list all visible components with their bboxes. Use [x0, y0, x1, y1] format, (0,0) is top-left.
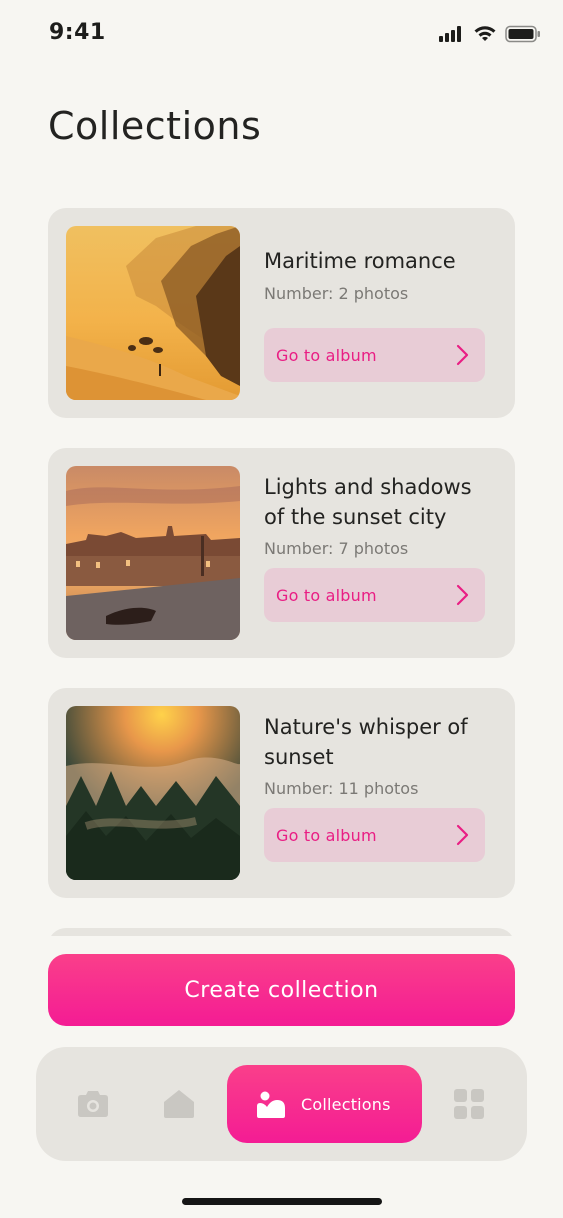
create-collection-button[interactable]: Create collection — [48, 954, 515, 1026]
go-to-album-label: Go to album — [276, 345, 377, 365]
go-to-album-label: Go to album — [276, 825, 377, 845]
collection-count: Number: 11 photos — [264, 779, 419, 798]
collection-card[interactable] — [48, 928, 515, 936]
misty-forest-image — [66, 706, 240, 880]
chevron-right-icon — [456, 584, 469, 606]
collection-title: Maritime romance — [264, 249, 456, 273]
create-collection-label: Create collection — [184, 977, 379, 1003]
collection-card[interactable]: Nature's whisper of sunset Number: 11 ph… — [48, 688, 515, 898]
chevron-right-icon — [456, 824, 469, 846]
collection-count: Number: 7 photos — [264, 539, 409, 558]
battery-icon — [505, 25, 540, 43]
camera-icon[interactable] — [76, 1087, 110, 1121]
collection-card[interactable]: Lights and shadows of the sunset city Nu… — [48, 448, 515, 658]
chevron-right-icon — [456, 344, 469, 366]
image-icon — [257, 1091, 285, 1118]
status-time: 9:41 — [49, 20, 106, 45]
wifi-icon — [474, 26, 496, 41]
status-icons — [439, 25, 541, 43]
home-indicator[interactable] — [182, 1198, 382, 1205]
tab-collections[interactable]: Collections — [227, 1065, 422, 1143]
tab-collections-label: Collections — [301, 1094, 391, 1114]
seaside-cliff-image — [66, 226, 240, 400]
collection-thumbnail — [66, 466, 240, 640]
go-to-album-button[interactable]: Go to album — [264, 568, 485, 622]
go-to-album-button[interactable]: Go to album — [264, 808, 485, 862]
status-bar: 9:41 — [0, 0, 563, 70]
collection-thumbnail — [66, 706, 240, 880]
collection-thumbnail — [66, 226, 240, 400]
collection-title: Nature's whisper of sunset — [264, 715, 468, 769]
page-title: Collections — [48, 104, 262, 148]
collection-title: Lights and shadows of the sunset city — [264, 475, 472, 529]
grid-icon[interactable] — [452, 1087, 486, 1121]
collections-list[interactable]: Maritime romance Number: 2 photos Go to … — [0, 208, 563, 936]
tab-bar: Collections — [36, 1047, 527, 1161]
collection-count: Number: 2 photos — [264, 284, 409, 303]
sunset-city-image — [66, 466, 240, 640]
home-icon[interactable] — [162, 1087, 196, 1121]
go-to-album-button[interactable]: Go to album — [264, 328, 485, 382]
signal-icon — [439, 26, 461, 42]
collection-card[interactable]: Maritime romance Number: 2 photos Go to … — [48, 208, 515, 418]
go-to-album-label: Go to album — [276, 585, 377, 605]
